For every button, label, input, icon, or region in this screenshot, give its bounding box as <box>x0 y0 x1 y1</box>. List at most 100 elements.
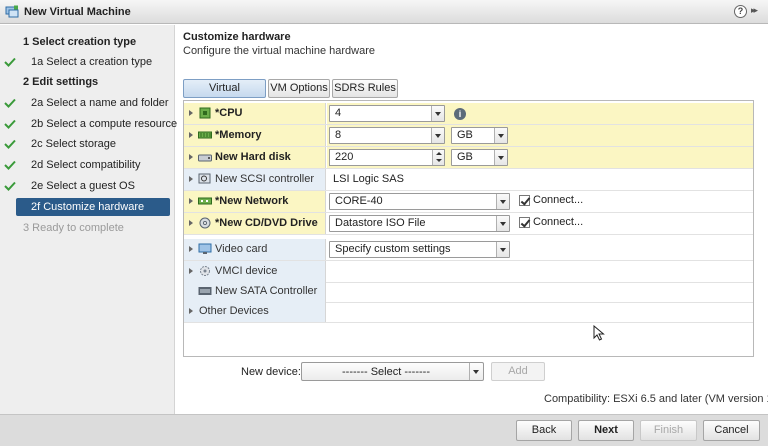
row-label-cell: *Memory <box>184 125 326 146</box>
expand-arrow-icon[interactable] <box>189 110 193 116</box>
row-label-cell: New SATA Controller <box>184 281 326 302</box>
checkmark-icon <box>4 57 16 67</box>
sata-controller-label: New SATA Controller <box>215 285 318 297</box>
cd-dvd-media-value: Datastore ISO File <box>335 217 426 229</box>
network-connect-checkbox[interactable] <box>519 195 530 206</box>
nav-step-select-creation-type[interactable]: 1 Select creation type <box>0 33 175 51</box>
network-value: CORE-40 <box>335 195 383 207</box>
row-label-cell: New Hard disk <box>184 147 326 168</box>
table-row-sata-controller: New SATA Controller <box>184 281 753 303</box>
window-title: New Virtual Machine <box>24 6 131 18</box>
chevron-down-icon[interactable] <box>469 363 483 380</box>
nav-item-label: 2f Customize hardware <box>31 201 145 213</box>
expand-arrow-icon[interactable] <box>189 176 193 182</box>
checkmark-icon <box>4 160 16 170</box>
table-row-scsi-controller: New SCSI controller LSI Logic SAS <box>184 169 753 191</box>
chevron-down-icon[interactable] <box>496 242 509 257</box>
hard-disk-size-stepper[interactable]: 220 <box>329 149 445 166</box>
expand-arrow-icon[interactable] <box>189 220 193 226</box>
expand-arrow-icon[interactable] <box>189 246 193 252</box>
virtual-machine-icon <box>5 5 19 18</box>
table-row-cd-dvd-drive: *New CD/DVD Drive Datastore ISO File Con… <box>184 213 753 235</box>
nav-item-select-compute-resource[interactable]: 2b Select a compute resource <box>0 115 178 133</box>
new-device-label: New device: <box>241 366 301 378</box>
help-icon[interactable]: ? <box>734 5 747 18</box>
other-devices-label: Other Devices <box>199 305 269 317</box>
nav-item-select-storage[interactable]: 2c Select storage <box>0 135 175 153</box>
nav-item-label: 2c Select storage <box>31 138 116 150</box>
chevron-down-icon[interactable] <box>494 150 507 165</box>
nav-item-select-a-creation-type[interactable]: 1a Select a creation type <box>0 53 175 71</box>
chevron-down-icon[interactable] <box>431 106 444 121</box>
row-value-cell: 220 GB <box>327 147 753 168</box>
expand-panel-icon[interactable]: ▸▸ <box>751 5 758 16</box>
cd-dvd-media-combo[interactable]: Datastore ISO File <box>329 215 510 232</box>
row-label-cell: *New CD/DVD Drive <box>184 213 326 234</box>
video-card-value: Specify custom settings <box>335 243 451 255</box>
scsi-controller-label: New SCSI controller <box>215 173 315 185</box>
back-button[interactable]: Back <box>516 420 572 441</box>
row-value-cell <box>327 281 753 302</box>
info-icon[interactable]: i <box>454 108 466 120</box>
cd-dvd-connect-checkbox[interactable] <box>519 217 530 228</box>
nav-step-label: 1 Select creation type <box>23 36 137 48</box>
new-device-select[interactable]: ------- Select ------- <box>301 362 484 381</box>
nav-item-select-compatibility[interactable]: 2d Select compatibility <box>0 156 175 174</box>
row-value-cell: 4 i <box>327 103 753 124</box>
chevron-down-icon[interactable] <box>494 128 507 143</box>
memory-unit-value: GB <box>457 129 473 141</box>
row-label-cell: *New Network <box>184 191 326 212</box>
expand-arrow-icon[interactable] <box>189 132 193 138</box>
hard-disk-label: New Hard disk <box>215 151 291 163</box>
cancel-button[interactable]: Cancel <box>703 420 760 441</box>
expand-arrow-icon[interactable] <box>189 198 193 204</box>
nav-item-select-guest-os[interactable]: 2e Select a guest OS <box>0 177 175 195</box>
chevron-down-icon[interactable] <box>431 128 444 143</box>
network-label: *New Network <box>215 195 289 207</box>
nav-item-label: 2b Select a compute resource <box>31 118 178 130</box>
network-adapter-icon <box>198 197 212 205</box>
nav-step-edit-settings[interactable]: 2 Edit settings <box>0 73 175 91</box>
vmci-device-icon <box>200 266 210 276</box>
nav-step-ready-to-complete: 3 Ready to complete <box>0 219 175 237</box>
hard-disk-icon <box>198 154 212 162</box>
checkmark-icon <box>4 98 16 108</box>
scsi-controller-icon <box>198 173 211 184</box>
expand-arrow-icon[interactable] <box>189 154 193 160</box>
memory-size-combo[interactable]: 8 <box>329 127 445 144</box>
next-button[interactable]: Next <box>578 420 634 441</box>
checkmark-icon <box>4 119 16 129</box>
chevron-down-icon[interactable] <box>496 194 509 209</box>
row-value-cell: LSI Logic SAS <box>327 169 753 190</box>
stepper-arrows-icon[interactable] <box>432 150 444 165</box>
video-card-icon <box>198 243 212 254</box>
hard-disk-unit-combo[interactable]: GB <box>451 149 508 166</box>
nav-item-customize-hardware[interactable]: 2f Customize hardware <box>16 198 170 216</box>
finish-button[interactable]: Finish <box>640 420 697 441</box>
tab-sdrs-rules[interactable]: SDRS Rules <box>332 79 398 98</box>
row-label-cell: *CPU <box>184 103 326 124</box>
network-combo[interactable]: CORE-40 <box>329 193 510 210</box>
tab-vm-options[interactable]: VM Options <box>268 79 330 98</box>
tab-virtual-hardware[interactable]: Virtual Hardware <box>183 79 266 111</box>
memory-size-value: 8 <box>335 129 342 141</box>
table-row-other-devices: Other Devices <box>184 301 753 323</box>
chevron-down-icon[interactable] <box>496 216 509 231</box>
memory-icon <box>198 131 212 139</box>
cpu-count-combo[interactable]: 4 <box>329 105 445 122</box>
video-card-combo[interactable]: Specify custom settings <box>329 241 510 258</box>
memory-unit-combo[interactable]: GB <box>451 127 508 144</box>
nav-step-label: 3 Ready to complete <box>23 222 124 234</box>
row-label-cell: Other Devices <box>184 301 326 322</box>
memory-label: *Memory <box>215 129 262 141</box>
row-value-cell: Specify custom settings <box>327 239 753 260</box>
nav-item-select-name-and-folder[interactable]: 2a Select a name and folder <box>0 94 175 112</box>
expand-arrow-icon[interactable] <box>189 268 193 274</box>
table-row-cpu: *CPU 4 i <box>184 103 753 125</box>
cd-dvd-icon <box>199 217 211 229</box>
add-device-button[interactable]: Add <box>491 362 545 381</box>
table-row-video-card: Video card Specify custom settings <box>184 239 753 261</box>
expand-arrow-icon[interactable] <box>189 308 193 314</box>
table-row-memory: *Memory 8 GB <box>184 125 753 147</box>
nav-item-label: 2e Select a guest OS <box>31 180 135 192</box>
